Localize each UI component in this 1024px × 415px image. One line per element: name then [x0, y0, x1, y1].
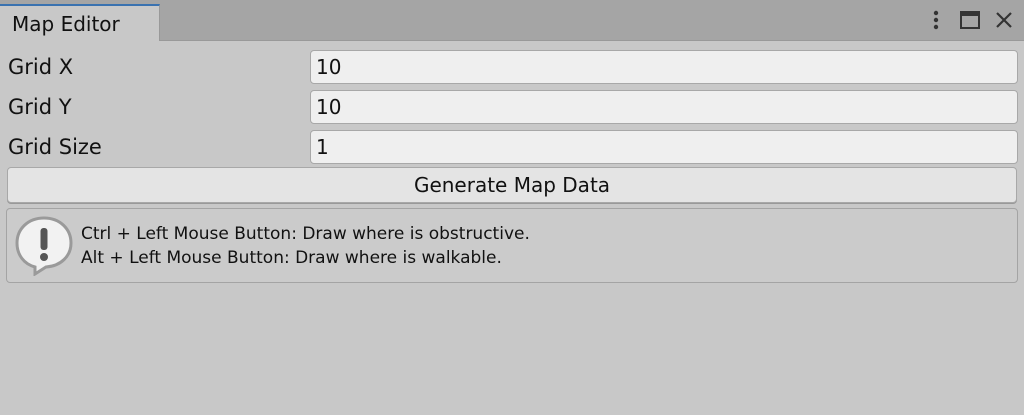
window-tab-bar: Map Editor — [0, 0, 1024, 41]
grid-x-row: Grid X — [0, 45, 1024, 85]
tab-title: Map Editor — [12, 12, 120, 36]
grid-x-label: Grid X — [8, 55, 74, 79]
tab-map-editor[interactable]: Map Editor — [0, 4, 160, 41]
close-icon[interactable] — [992, 8, 1016, 32]
grid-x-input[interactable] — [310, 50, 1018, 84]
editor-content: Grid X Grid Y Grid Size Generate Map Dat… — [0, 41, 1024, 415]
warning-icon — [13, 214, 75, 277]
help-line-ctrl: Ctrl + Left Mouse Button: Draw where is … — [81, 224, 530, 244]
generate-map-data-button[interactable]: Generate Map Data — [7, 167, 1017, 203]
grid-y-label: Grid Y — [8, 95, 72, 119]
help-box: Ctrl + Left Mouse Button: Draw where is … — [6, 208, 1018, 283]
kebab-menu-icon[interactable] — [924, 8, 948, 32]
window-controls — [924, 7, 1016, 33]
help-text: Ctrl + Left Mouse Button: Draw where is … — [81, 222, 530, 270]
grid-size-row: Grid Size — [0, 125, 1024, 165]
grid-y-row: Grid Y — [0, 85, 1024, 125]
maximize-icon[interactable] — [958, 8, 982, 32]
grid-size-label: Grid Size — [8, 135, 102, 159]
grid-y-input[interactable] — [310, 90, 1018, 124]
help-line-alt: Alt + Left Mouse Button: Draw where is w… — [81, 248, 502, 268]
grid-size-input[interactable] — [310, 130, 1018, 164]
